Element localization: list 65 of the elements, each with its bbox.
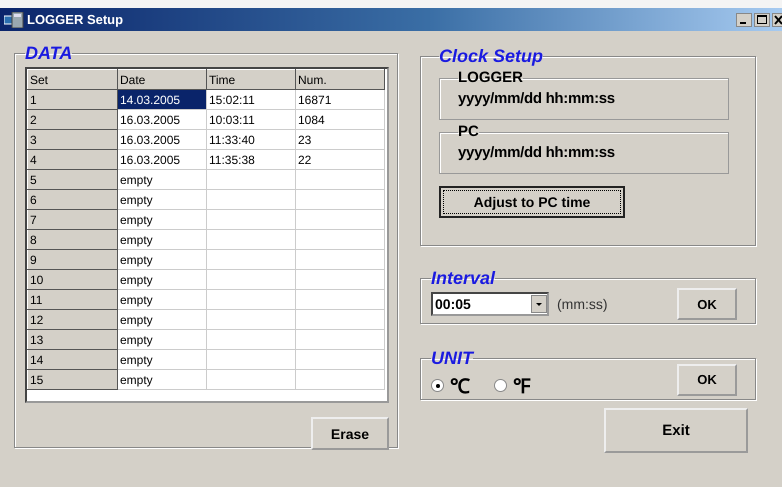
adjust-button[interactable]: Adjust to PC time [439,186,625,218]
row-header[interactable]: 5 [28,170,118,190]
ok-button[interactable]: OK [677,288,737,320]
group-title: LOGGER [458,70,524,86]
table-cell: 23 [296,130,384,150]
table-cell: empty [118,270,206,290]
table-cell: empty [118,230,206,250]
group-title: Interval [431,268,496,288]
row-header[interactable]: 13 [28,330,118,350]
row-header[interactable]: 7 [28,210,118,230]
table-cell: 22 [296,150,384,170]
table-cell: empty [118,310,206,330]
logger-time: yyyy/mm/dd hh:mm:ss [458,90,616,107]
table-cell: 11:33:40 [206,130,296,150]
unit-radio[interactable]: ℉ [494,372,530,399]
app-icon [4,12,24,28]
table-cell: empty [118,330,206,350]
table-cell: empty [118,370,206,390]
table-cell: 16871 [296,90,384,110]
column-header[interactable]: Set [28,70,118,90]
row-header[interactable]: 1 [28,90,118,110]
table-cell: empty [118,170,206,190]
unit-radio[interactable]: ℃ [431,372,470,399]
close-icon[interactable] [772,12,782,26]
table-cell: empty [118,210,206,230]
table-cell: 16.03.2005 [118,110,206,130]
row-header[interactable]: 14 [28,350,118,370]
table-cell: 11:35:38 [206,150,296,170]
maximize-icon[interactable] [754,12,770,26]
row-header[interactable]: 9 [28,250,118,270]
row-header[interactable]: 2 [28,110,118,130]
group-title: DATA [25,43,72,63]
row-header[interactable]: 12 [28,310,118,330]
row-header[interactable]: 10 [28,270,118,290]
table-cell: 16.03.2005 [118,150,206,170]
exit-button[interactable]: Exit [604,408,748,453]
group-title: UNIT [431,348,473,368]
row-header[interactable]: 6 [28,190,118,210]
window-title: LOGGER Setup [27,12,124,27]
erase-button[interactable]: Erase [311,417,389,450]
ok-button[interactable]: OK [677,364,737,396]
table-cell: 15:02:11 [206,90,296,110]
table-cell: empty [118,250,206,270]
unit-label: (mm:ss) [557,296,608,312]
interval-dropdown[interactable]: 00:05 [431,292,549,316]
group-title: PC [458,124,479,140]
table-cell: 14.03.2005 [118,90,206,110]
table-cell: 1084 [296,110,384,130]
row-header[interactable]: 3 [28,130,118,150]
table-cell: 16.03.2005 [118,130,206,150]
table-cell: 10:03:11 [206,110,296,130]
caret-icon[interactable] [531,295,547,313]
minimize-icon[interactable] [736,12,752,26]
row-header[interactable]: 4 [28,150,118,170]
table-cell: empty [118,350,206,370]
column-header[interactable]: Num. [296,70,384,90]
table-cell: empty [118,190,206,210]
row-header[interactable]: 8 [28,230,118,250]
row-header[interactable]: 15 [28,370,118,390]
group-title: Clock Setup [439,46,544,66]
column-header[interactable]: Date [118,70,206,90]
column-header[interactable]: Time [206,70,296,90]
table-cell: empty [118,290,206,310]
row-header[interactable]: 11 [28,290,118,310]
pc-time: yyyy/mm/dd hh:mm:ss [458,144,616,161]
